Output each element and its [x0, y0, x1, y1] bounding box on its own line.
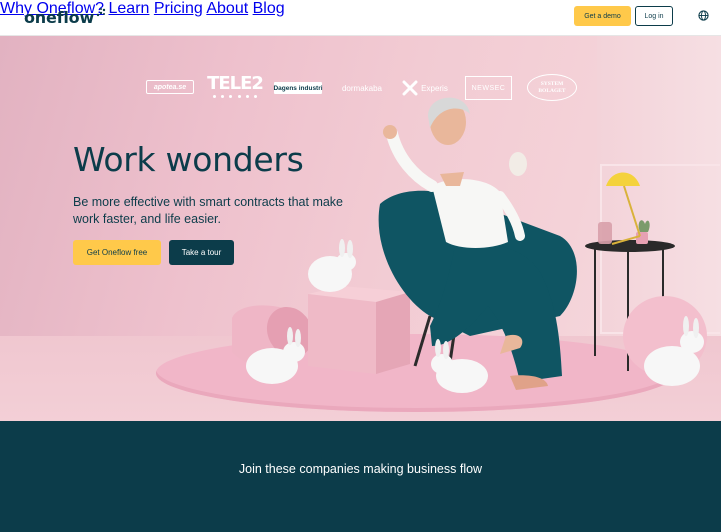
tele2-dots — [213, 95, 257, 99]
rabbit-on-cube — [308, 239, 356, 292]
apotea-logo: apotea.se — [146, 80, 194, 94]
top-navigation-bar: oneflow Why Oneflow? Learn Pricing About… — [0, 0, 721, 36]
logo-wordmark: oneflow — [24, 7, 95, 27]
log-in-button[interactable]: Log in — [635, 6, 673, 26]
tele2-logo: TELE2 — [207, 72, 264, 94]
customer-logos-title: Join these companies making business flo… — [238, 462, 483, 476]
take-a-tour-button[interactable]: Take a tour — [169, 240, 234, 265]
rabbit-center-floor — [431, 339, 488, 393]
customer-logos-section: Join these companies making business flo… — [0, 421, 721, 532]
dormakaba-logo: dormakaba — [341, 83, 383, 93]
globe-icon[interactable] — [698, 10, 709, 21]
systembolaget-logo: SYSTEM BOLAGET — [527, 74, 577, 101]
hero-subtitle: Be more effective with smart contracts t… — [73, 195, 344, 226]
oneflow-logo[interactable]: oneflow — [24, 6, 106, 28]
experis-x-icon — [402, 80, 418, 96]
experis-logo: Experis — [400, 78, 450, 98]
logo-dots-icon — [96, 8, 106, 17]
nav-about[interactable]: About — [206, 0, 248, 17]
nav-learn[interactable]: Learn — [109, 0, 150, 17]
experis-label: Experis — [421, 83, 448, 93]
pink-cube — [308, 286, 410, 374]
hero-headline: Work wonders — [73, 140, 304, 179]
nav-blog[interactable]: Blog — [253, 0, 285, 17]
newsec-logo: NEWSEC — [465, 76, 512, 100]
nav-pricing[interactable]: Pricing — [154, 0, 203, 17]
dagens-industri-logo: Dagens industri — [273, 82, 323, 94]
get-oneflow-free-button[interactable]: Get Oneflow free — [73, 240, 161, 265]
get-a-demo-button[interactable]: Get a demo — [574, 6, 631, 26]
